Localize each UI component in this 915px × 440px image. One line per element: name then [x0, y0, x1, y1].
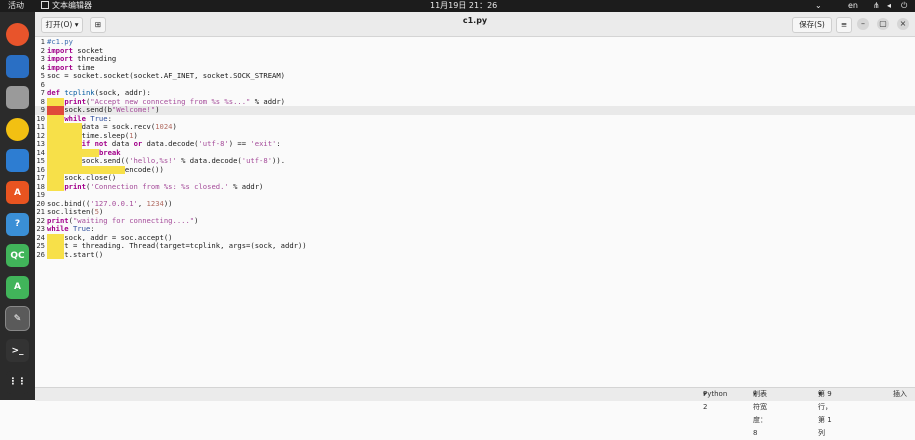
qt-creator-icon[interactable]: QC	[6, 244, 29, 268]
network-icon[interactable]: ⋔	[873, 0, 880, 12]
tab-width-label: 制表符宽度：8	[753, 390, 767, 437]
code-line[interactable]: 18 print('Connection from %s: %s closed.…	[35, 181, 915, 191]
open-button[interactable]: 打开(O) ▾	[41, 17, 83, 33]
volume-icon[interactable]: ◂	[887, 0, 891, 12]
code-line[interactable]: 15 sock.send(('hello,%s!' % data.decode(…	[35, 156, 915, 166]
cursor-position-label: 第 9 行，第 1 列	[818, 390, 832, 437]
tab-width-selector[interactable]: 制表符宽度：8 ▾	[753, 388, 767, 437]
code-line[interactable]: 9 sock.send(b"Welcome!")	[35, 105, 915, 115]
code-text: print('Connection from %s: %s closed.' %…	[64, 181, 264, 191]
qt-assistant-icon[interactable]: A	[6, 275, 29, 299]
code-editor[interactable]: 1 #c1.py 2 import socket 3 import threading 4 i…	[35, 37, 915, 387]
rhythmbox-icon[interactable]	[6, 117, 29, 141]
clock[interactable]: 11月19日 21：26	[430, 0, 497, 12]
code-line[interactable]: 2 import socket	[35, 46, 915, 56]
app-icon	[41, 1, 49, 9]
firefox-icon[interactable]	[6, 23, 29, 46]
line-number: 26	[36, 249, 45, 259]
code-line[interactable]: 16 encode())	[35, 165, 915, 174]
cursor-position[interactable]: 第 9 行，第 1 列 ▾	[818, 388, 832, 437]
headerbar: 打开(O) ▾ ⊞ c1.py 保存(S) ≡ – ▢ ×	[35, 12, 915, 37]
keyboard-icon[interactable]: ⌄	[815, 0, 822, 12]
power-icon[interactable]: ⏻	[901, 0, 907, 12]
activities-button[interactable]: 活动	[8, 0, 24, 12]
close-icon[interactable]: ×	[897, 18, 909, 30]
text-editor-icon[interactable]: ✎	[5, 306, 30, 332]
code-line[interactable]: 25 t = threading. Thread(target=tcplink,…	[35, 241, 915, 251]
menu-icon[interactable]: ≡	[836, 17, 852, 33]
code-text: t.start()	[47, 249, 104, 259]
new-document-icon[interactable]: ⊞	[90, 17, 106, 33]
chevron-down-icon: ▾	[74, 20, 79, 29]
open-label: 打开(O)	[45, 20, 73, 29]
status-bar: Python 2 ▾ 制表符宽度：8 ▾ 第 9 行，第 1 列 ▾ 插入	[35, 387, 915, 437]
code-line[interactable]: 8 print("Accept new connceting from %s %…	[35, 97, 915, 106]
maximize-icon[interactable]: ▢	[877, 18, 889, 30]
language-label: Python 2	[703, 390, 728, 411]
language-indicator[interactable]: en	[848, 0, 858, 12]
app-menu[interactable]: 文本编辑器	[41, 0, 92, 12]
language-selector[interactable]: Python 2 ▾	[703, 388, 727, 411]
code-line[interactable]: 3 import threading	[35, 54, 915, 64]
code-line[interactable]: 6	[35, 80, 915, 90]
document-title: c1.py	[462, 16, 488, 25]
code-line[interactable]: 20 soc.bind(('127.0.0.1', 1234))	[35, 199, 915, 209]
help-icon[interactable]: ?	[6, 212, 29, 236]
app-name: 文本编辑器	[52, 1, 92, 10]
dock: A? QC A ✎ >_ ⋮⋮	[0, 12, 35, 400]
code-text: soc = socket.socket(socket.AF_INET, sock…	[47, 71, 285, 80]
terminal-icon[interactable]: >_	[6, 339, 29, 362]
code-line[interactable]: 5 soc = socket.socket(socket.AF_INET, soc…	[35, 71, 915, 81]
minimize-icon[interactable]: –	[857, 18, 869, 30]
show-apps-icon[interactable]: ⋮⋮	[6, 370, 29, 394]
writer-icon[interactable]	[6, 149, 29, 173]
system-top-bar: 活动 文本编辑器 11月19日 21：26 ⌄ en ⋔ ◂ ⏻	[0, 0, 915, 12]
thunderbird-icon[interactable]	[6, 54, 29, 78]
code-line[interactable]: 22 print("waiting for connecting....")	[35, 216, 915, 226]
code-line[interactable]: 11 data = sock.recv(1024)	[35, 122, 915, 132]
files-icon[interactable]	[6, 86, 29, 110]
app-center-icon[interactable]: A	[6, 181, 29, 204]
code-line[interactable]: 13 if not data or data.decode('utf-8') =…	[35, 139, 915, 149]
code-line[interactable]: 26 t.start()	[35, 249, 915, 259]
insert-mode[interactable]: 插入	[893, 388, 907, 401]
code-line[interactable]: 1 #c1.py	[35, 37, 915, 47]
save-button[interactable]: 保存(S)	[792, 17, 832, 33]
